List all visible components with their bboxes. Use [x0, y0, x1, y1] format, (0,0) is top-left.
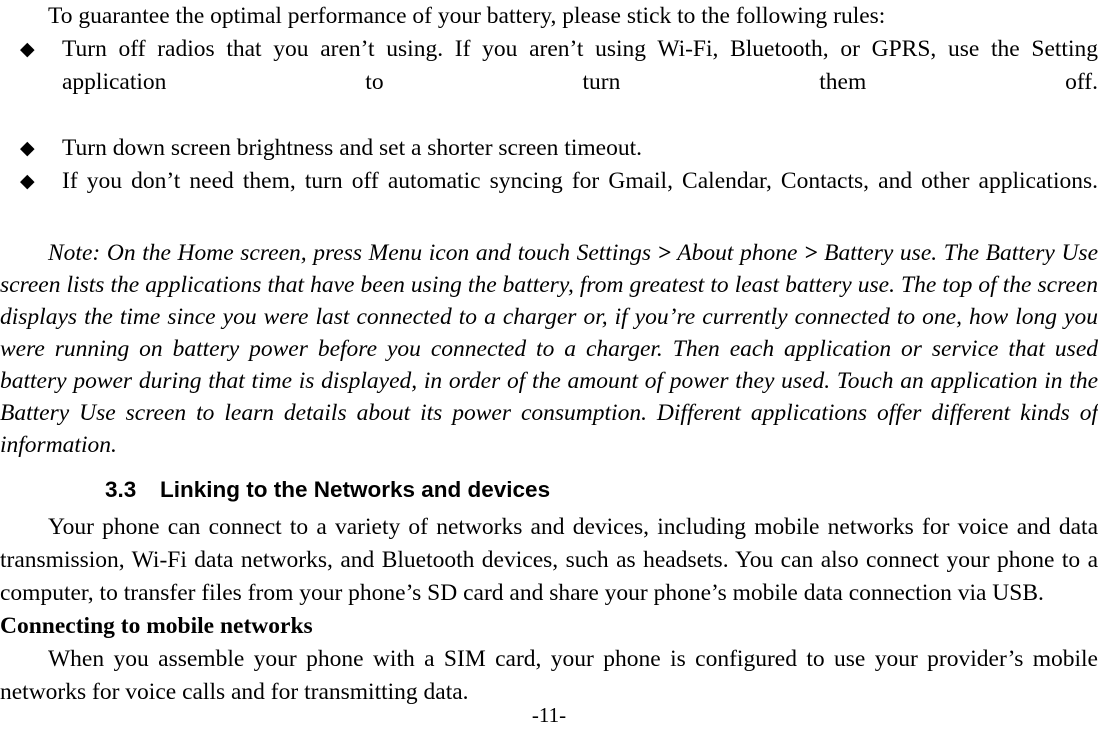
list-item: ◆ If you don’t need them, turn off autom… — [0, 165, 1098, 231]
list-item: ◆ Turn off radios that you aren’t using.… — [0, 33, 1098, 132]
section-body-paragraph: Your phone can connect to a variety of n… — [0, 514, 1098, 606]
intro-paragraph: To guarantee the optimal performance of … — [48, 3, 886, 29]
document-page: To guarantee the optimal performance of … — [0, 0, 1098, 735]
page-footer: -11- — [0, 703, 1098, 727]
list-item: ◆ Turn down screen brightness and set a … — [0, 132, 1098, 165]
diamond-bullet-icon: ◆ — [20, 170, 35, 192]
section-number: 3.3 — [105, 477, 137, 502]
page-number: -11- — [531, 703, 567, 727]
list-item-text: Turn down screen brightness and set a sh… — [62, 135, 642, 161]
section-heading: 3.3 Linking to the Networks and devices — [0, 475, 1098, 505]
note-segment-2: About phone — [671, 240, 805, 266]
list-item-text: Turn off radios that you aren’t using. I… — [62, 36, 1098, 95]
subsection-body-paragraph: When you assemble your phone with a SIM … — [0, 646, 1098, 705]
note-paragraph: Note: On the Home screen, press Menu ico… — [0, 231, 1098, 461]
note-chevron-2: > — [804, 240, 818, 266]
list-item-text: If you don’t need them, turn off automat… — [62, 168, 1098, 194]
subsection-heading: Connecting to mobile networks — [0, 613, 313, 639]
note-segment-1: Note: On the Home screen, press Menu ico… — [48, 240, 658, 266]
battery-tips-list: ◆ Turn off radios that you aren’t using.… — [0, 33, 1098, 231]
diamond-bullet-icon: ◆ — [20, 137, 35, 159]
diamond-bullet-icon: ◆ — [20, 38, 35, 60]
note-chevron-1: > — [657, 240, 672, 266]
section-title: Linking to the Networks and devices — [160, 477, 551, 502]
note-segment-3: Battery use. The Battery Use screen list… — [0, 240, 1098, 458]
